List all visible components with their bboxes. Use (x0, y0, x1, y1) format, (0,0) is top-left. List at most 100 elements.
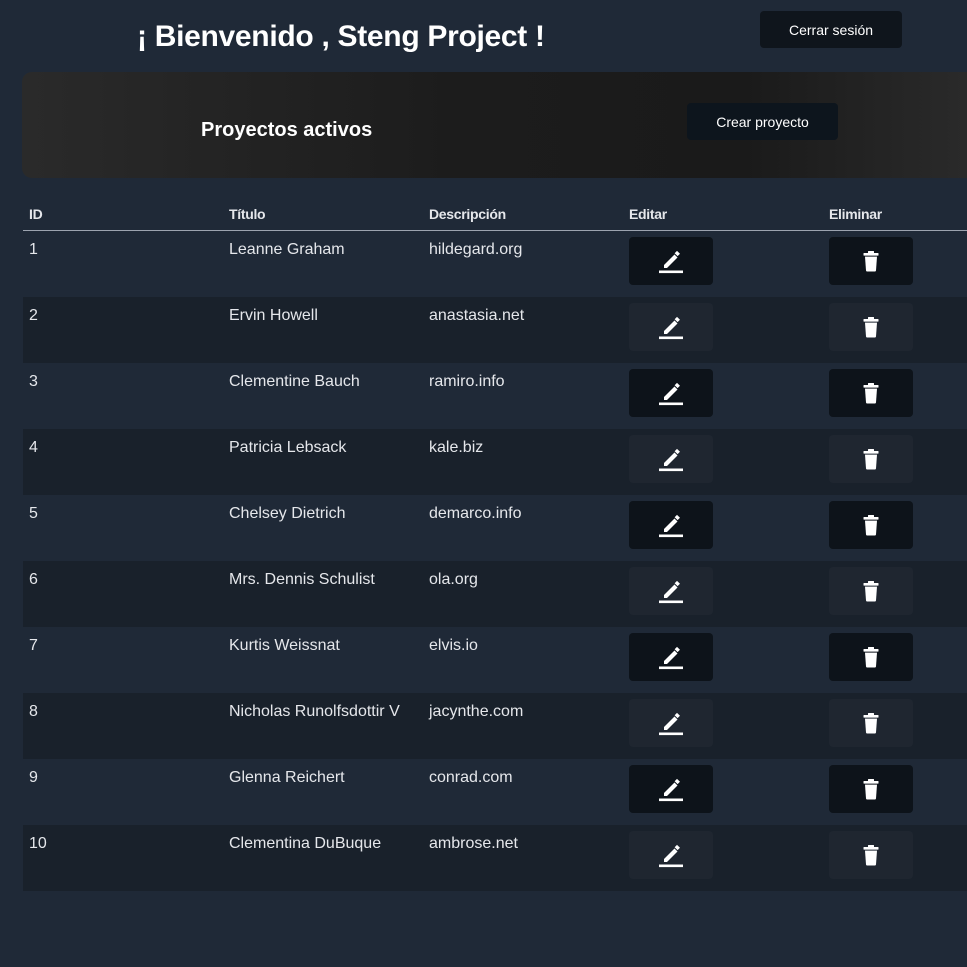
delete-button[interactable] (829, 501, 913, 549)
delete-button[interactable] (829, 435, 913, 483)
cell-title: Patricia Lebsack (223, 429, 423, 495)
cell-id: 3 (23, 363, 223, 429)
pencil-icon (658, 314, 684, 340)
column-header-title: Título (223, 198, 423, 231)
cell-delete (823, 825, 967, 891)
trash-icon (862, 514, 880, 536)
cell-title: Clementina DuBuque (223, 825, 423, 891)
cell-id: 2 (23, 297, 223, 363)
cell-delete (823, 230, 967, 297)
cell-edit (623, 561, 823, 627)
edit-button[interactable] (629, 567, 713, 615)
cell-description: ambrose.net (423, 825, 623, 891)
cell-description: jacynthe.com (423, 693, 623, 759)
cell-id: 7 (23, 627, 223, 693)
pencil-icon (658, 446, 684, 472)
cell-description: elvis.io (423, 627, 623, 693)
table-row: 10 Clementina DuBuque ambrose.net (23, 825, 967, 891)
edit-button[interactable] (629, 633, 713, 681)
table-row: 3 Clementine Bauch ramiro.info (23, 363, 967, 429)
edit-button[interactable] (629, 831, 713, 879)
pencil-icon (658, 644, 684, 670)
trash-icon (862, 250, 880, 272)
trash-icon (862, 448, 880, 470)
trash-icon (862, 382, 880, 404)
projects-table: ID Título Descripción Editar Eliminar 1L… (23, 198, 967, 891)
cell-edit (623, 297, 823, 363)
trash-icon (862, 316, 880, 338)
delete-button[interactable] (829, 699, 913, 747)
edit-button[interactable] (629, 237, 713, 285)
table-row: 5 Chelsey Dietrich demarco.info (23, 495, 967, 561)
cell-delete (823, 429, 967, 495)
cell-delete (823, 297, 967, 363)
edit-button[interactable] (629, 435, 713, 483)
delete-button[interactable] (829, 633, 913, 681)
column-header-id: ID (23, 198, 223, 231)
cell-description: demarco.info (423, 495, 623, 561)
create-project-button[interactable]: Crear proyecto (687, 103, 838, 140)
pencil-icon (658, 512, 684, 538)
cell-description: ramiro.info (423, 363, 623, 429)
cell-delete (823, 693, 967, 759)
cell-id: 4 (23, 429, 223, 495)
column-header-description: Descripción (423, 198, 623, 231)
cell-description: ola.org (423, 561, 623, 627)
cell-edit (623, 693, 823, 759)
cell-delete (823, 561, 967, 627)
cell-edit (623, 627, 823, 693)
table-header-row: ID Título Descripción Editar Eliminar (23, 198, 967, 231)
trash-icon (862, 844, 880, 866)
table-row: 1 Leanne Graham hildegard.org (23, 230, 967, 297)
cell-id: 10 (23, 825, 223, 891)
cell-delete (823, 495, 967, 561)
edit-button[interactable] (629, 765, 713, 813)
delete-button[interactable] (829, 237, 913, 285)
page-title: ¡ Bienvenido , Steng Project ! (137, 20, 545, 53)
delete-button[interactable] (829, 369, 913, 417)
delete-button[interactable] (829, 831, 913, 879)
pencil-icon (658, 776, 684, 802)
cell-title: Glenna Reichert (223, 759, 423, 825)
cell-delete (823, 759, 967, 825)
cell-title: Ervin Howell (223, 297, 423, 363)
column-header-edit: Editar (623, 198, 823, 231)
cell-description: kale.biz (423, 429, 623, 495)
active-projects-panel: Proyectos activos Crear proyecto (22, 72, 967, 178)
cell-id: 1 (23, 230, 223, 297)
edit-button[interactable] (629, 501, 713, 549)
cell-id: 5 (23, 495, 223, 561)
cell-id: 9 (23, 759, 223, 825)
cell-description: anastasia.net (423, 297, 623, 363)
delete-button[interactable] (829, 303, 913, 351)
cell-title: Chelsey Dietrich (223, 495, 423, 561)
edit-button[interactable] (629, 699, 713, 747)
table-row: 6 Mrs. Dennis Schulist ola.org (23, 561, 967, 627)
pencil-icon (658, 380, 684, 406)
pencil-icon (658, 842, 684, 868)
edit-button[interactable] (629, 303, 713, 351)
trash-icon (862, 778, 880, 800)
table-row: 9 Glenna Reichert conrad.com (23, 759, 967, 825)
table-body: 1 Leanne Graham hildegard.org 2 Ervin Howell… (23, 230, 967, 891)
cell-edit (623, 495, 823, 561)
column-header-delete: Eliminar (823, 198, 967, 231)
cell-edit (623, 230, 823, 297)
cell-id: 8 (23, 693, 223, 759)
cell-edit (623, 759, 823, 825)
cell-title: Kurtis Weissnat (223, 627, 423, 693)
cell-description: hildegard.org (423, 230, 623, 297)
table-row: 2 Ervin Howell anastasia.net (23, 297, 967, 363)
trash-icon (862, 580, 880, 602)
cell-edit (623, 825, 823, 891)
delete-button[interactable] (829, 567, 913, 615)
delete-button[interactable] (829, 765, 913, 813)
pencil-icon (658, 710, 684, 736)
cell-title: Mrs. Dennis Schulist (223, 561, 423, 627)
cell-delete (823, 363, 967, 429)
cell-delete (823, 627, 967, 693)
trash-icon (862, 646, 880, 668)
cell-description: conrad.com (423, 759, 623, 825)
logout-button[interactable]: Cerrar sesión (760, 11, 902, 48)
edit-button[interactable] (629, 369, 713, 417)
